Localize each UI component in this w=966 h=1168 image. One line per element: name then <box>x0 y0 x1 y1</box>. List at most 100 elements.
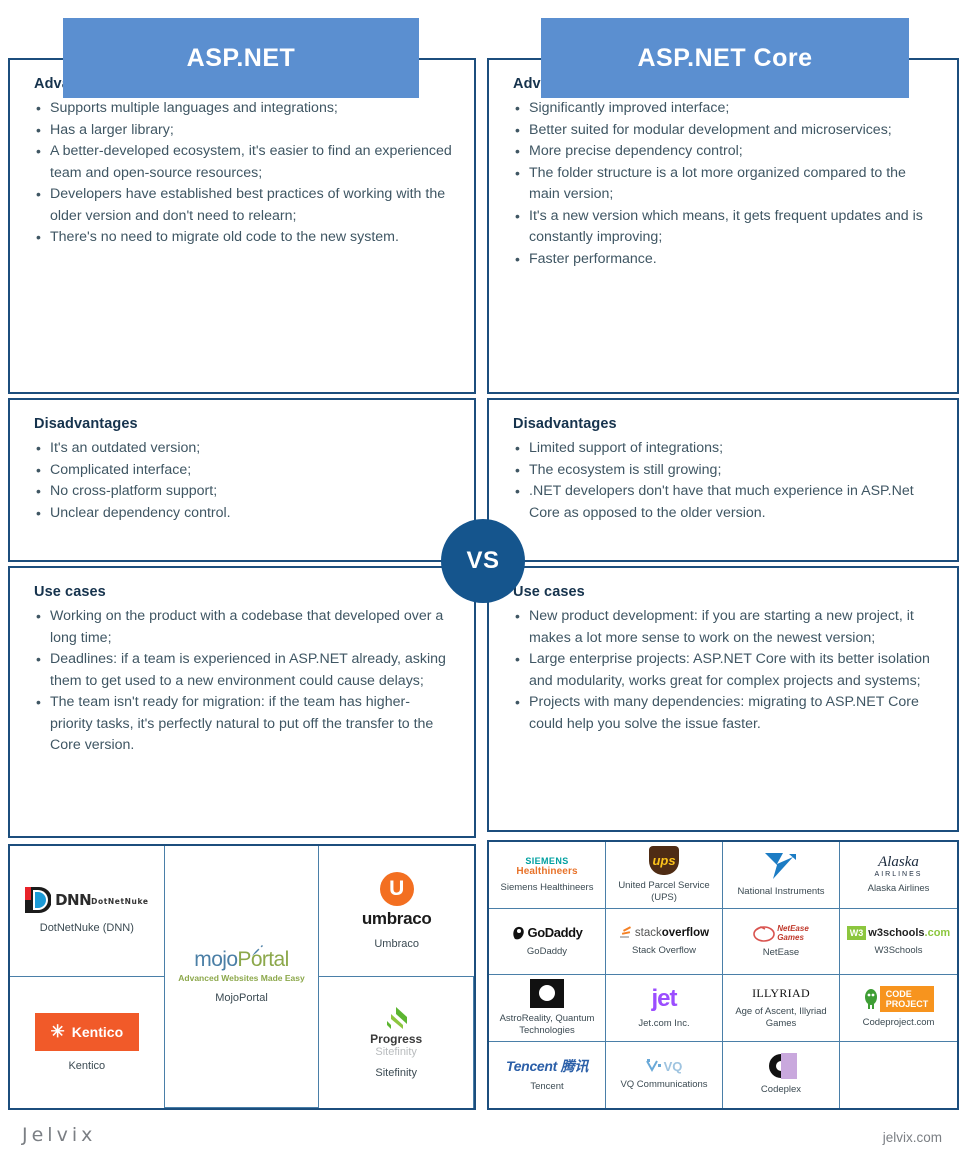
list-item: Supports multiple languages and integrat… <box>34 98 452 120</box>
vs-badge: VS <box>441 519 525 603</box>
jet-icon: jet <box>651 985 677 1013</box>
logo-caption: GoDaddy <box>526 945 568 957</box>
aspnet-disadvantages-box: Disadvantages It's an outdated version; … <box>8 398 476 562</box>
logo-caption: VQ Communications <box>620 1079 708 1091</box>
aspnet-usecases-section: Use cases Working on the product with a … <box>10 568 474 767</box>
vs-badge-label: VS <box>466 547 500 574</box>
logo-caption: Tencent <box>530 1081 564 1093</box>
vq-icon: VQ <box>645 1058 683 1074</box>
aspnetcore-usecases-heading: Use cases <box>513 584 585 600</box>
logo-caption: Alaska Airlines <box>867 883 930 895</box>
logo-cell-astroreality: AstroReality, Quantum Technologies <box>489 975 606 1042</box>
aspnet-logo-grid: DNN DotNetNuke DotNetNuke (DNN) mojo Por… <box>8 844 476 1110</box>
logo-cell-jet: jet Jet.com Inc. <box>606 975 723 1042</box>
godaddy-wordmark: GoDaddy <box>527 925 583 941</box>
dnn-subtext: DotNetNuke <box>91 896 149 906</box>
column-title-aspnet: ASP.NET <box>63 18 419 98</box>
column-title-aspnetcore-label: ASP.NET Core <box>637 43 813 72</box>
progress-wordmark: Progress <box>370 1031 423 1046</box>
kentico-glyph: ✳ <box>50 1021 65 1041</box>
siemens-word-1: SIEMENS <box>525 855 569 866</box>
logo-cell-codeplex: Codeplex <box>723 1041 840 1108</box>
logo-caption: W3Schools <box>874 944 923 956</box>
list-item: Deadlines: if a team is experienced in A… <box>34 649 452 692</box>
column-title-aspnet-label: ASP.NET <box>186 43 296 72</box>
logo-caption: Umbraco <box>374 937 419 950</box>
logo-caption: Kentico <box>68 1059 106 1072</box>
mojo-tagline: Advanced Websites Made Easy <box>178 973 305 983</box>
list-item: Complicated interface; <box>34 460 452 482</box>
tencent-icon: Tencent 腾讯 <box>505 1058 589 1075</box>
aspnet-usecases-heading: Use cases <box>34 584 106 600</box>
list-item: The ecosystem is still growing; <box>513 460 935 482</box>
so-word-1: stack <box>634 926 662 939</box>
netease-icon: NetEase Games <box>753 924 809 942</box>
logo-cell-alaska-airlines: Alaska AIRLINES Alaska Airlines <box>840 842 957 909</box>
logo-cell-dotnetnuke: DNN DotNetNuke DotNetNuke (DNN) <box>10 846 165 977</box>
kentico-wordmark: Kentico <box>71 1023 124 1040</box>
logo-cell-empty <box>840 1042 957 1109</box>
vq-wordmark: VQ <box>663 1058 683 1074</box>
netease-word-2: Games <box>777 932 804 942</box>
logo-caption: DotNetNuke (DNN) <box>39 922 134 934</box>
logo-cell-siemens: SIEMENS Healthineers Siemens Healthineer… <box>489 842 606 909</box>
logo-caption: Codeproject.com <box>862 1017 935 1029</box>
aspnet-disadvantages-heading: Disadvantages <box>34 416 138 432</box>
list-item: Working on the product with a codebase t… <box>34 606 452 649</box>
logo-cell-tencent: Tencent 腾讯 Tencent <box>489 1041 606 1108</box>
aspnet-advantages-list: Supports multiple languages and integrat… <box>34 98 452 249</box>
logo-cell-ups: ups United Parcel Service (UPS) <box>606 842 723 909</box>
logo-caption: AstroReality, Quantum Technologies <box>499 1012 595 1036</box>
w3-com: .com <box>924 926 951 939</box>
list-item: Developers have established best practic… <box>34 184 452 227</box>
list-item: New product development: if you are star… <box>513 606 935 649</box>
aspnetcore-disadvantages-section: Disadvantages Limited support of integra… <box>489 400 957 534</box>
logo-cell-mojoportal: mojo Portal Advanced Websites Made Easy … <box>164 846 320 1108</box>
jelvix-logo: Jelvix <box>22 1124 97 1146</box>
aspnetcore-usecases-box: Use cases New product development: if yo… <box>487 566 959 832</box>
codeproject-icon: CODE PROJECT <box>863 986 935 1013</box>
alaska-word-2: AIRLINES <box>874 871 923 879</box>
logo-caption: Sitefinity <box>375 1066 417 1079</box>
jelvix-website[interactable]: jelvix.com <box>883 1130 942 1145</box>
column-title-aspnetcore: ASP.NET Core <box>541 18 909 98</box>
dnn-icon: DNN DotNetNuke <box>25 887 148 913</box>
list-item: Has a larger library; <box>34 120 452 142</box>
list-item: There's no need to migrate old code to t… <box>34 227 452 249</box>
alaska-airlines-icon: Alaska AIRLINES <box>875 854 923 878</box>
aspnetcore-disadvantages-box: Disadvantages Limited support of integra… <box>487 398 959 562</box>
logo-cell-netease: NetEase Games NetEase <box>723 908 840 975</box>
logo-cell-vq: VQ VQ Communications <box>606 1041 723 1108</box>
siemens-healthineers-icon: SIEMENS Healthineers <box>516 856 577 877</box>
codeproject-word-1: CODE <box>885 989 912 1000</box>
logo-cell-godaddy: GoDaddy GoDaddy <box>489 908 606 975</box>
mojo-word-1: mojo <box>194 948 238 971</box>
aspnetcore-usecases-section: Use cases New product development: if yo… <box>489 568 957 745</box>
list-item: .NET developers don't have that much exp… <box>513 481 935 524</box>
w3schools-icon: W3 w3schools .com <box>846 925 951 940</box>
infographic-page: ASP.NET ASP.NET Core Advantages Supports… <box>0 0 966 1168</box>
aspnet-usecases-list: Working on the product with a codebase t… <box>34 606 452 757</box>
list-item: Projects with many dependencies: migrati… <box>513 692 935 735</box>
aspnet-usecases-box: Use cases Working on the product with a … <box>8 566 476 838</box>
logo-caption: Jet.com Inc. <box>638 1018 690 1030</box>
list-item: The team isn't ready for migration: if t… <box>34 692 452 757</box>
w3-wordmark: w3schools <box>868 926 925 939</box>
logo-caption: Siemens Healthineers <box>500 881 594 893</box>
ups-icon: ups <box>649 846 679 875</box>
logo-caption: MojoPortal <box>215 992 268 1004</box>
list-item: Large enterprise projects: ASP.NET Core … <box>513 649 935 692</box>
alaska-word-1: Alaska <box>878 854 919 871</box>
logo-caption: National Instruments <box>737 886 825 898</box>
w3-mark: W3 <box>846 925 867 940</box>
siemens-word-2: Healthineers <box>516 865 578 877</box>
astroreality-icon <box>530 979 564 1008</box>
list-item: Unclear dependency control. <box>34 503 452 525</box>
aspnetcore-advantages-box: Advantages Significantly improved interf… <box>487 58 959 394</box>
umbraco-wordmark: umbraco <box>361 908 432 928</box>
list-item: It's an outdated version; <box>34 438 452 460</box>
list-item: A better-developed ecosystem, it's easie… <box>34 141 452 184</box>
codeproject-word-2: PROJECT <box>885 999 929 1010</box>
so-word-2: overflow <box>661 926 710 939</box>
list-item: Better suited for modular development an… <box>513 120 935 142</box>
